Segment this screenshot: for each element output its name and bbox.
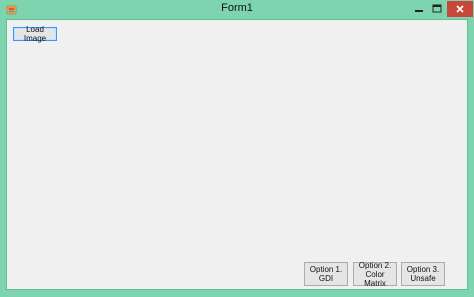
- option2-color-matrix-button[interactable]: Option 2. Color Matrix: [353, 261, 397, 288]
- close-button[interactable]: [447, 1, 473, 17]
- title-bar[interactable]: Form1: [0, 0, 474, 19]
- form-client-area: Load Image Option 1. GDI Option 2. Color…: [6, 19, 468, 290]
- minimize-icon: [415, 10, 423, 12]
- option1-gdi-button[interactable]: Option 1. GDI: [304, 262, 348, 286]
- app-icon: [6, 5, 17, 15]
- minimize-button[interactable]: [410, 1, 428, 17]
- option3-unsafe-button[interactable]: Option 3. Unsafe: [401, 262, 445, 286]
- load-image-button[interactable]: Load Image: [13, 25, 57, 43]
- window-title: Form1: [221, 2, 253, 14]
- maximize-icon: [432, 4, 442, 13]
- maximize-button[interactable]: [428, 1, 446, 17]
- close-icon: [456, 5, 464, 13]
- app-window: Form1 Load Image Option 1. GDI Option 2.…: [0, 0, 474, 297]
